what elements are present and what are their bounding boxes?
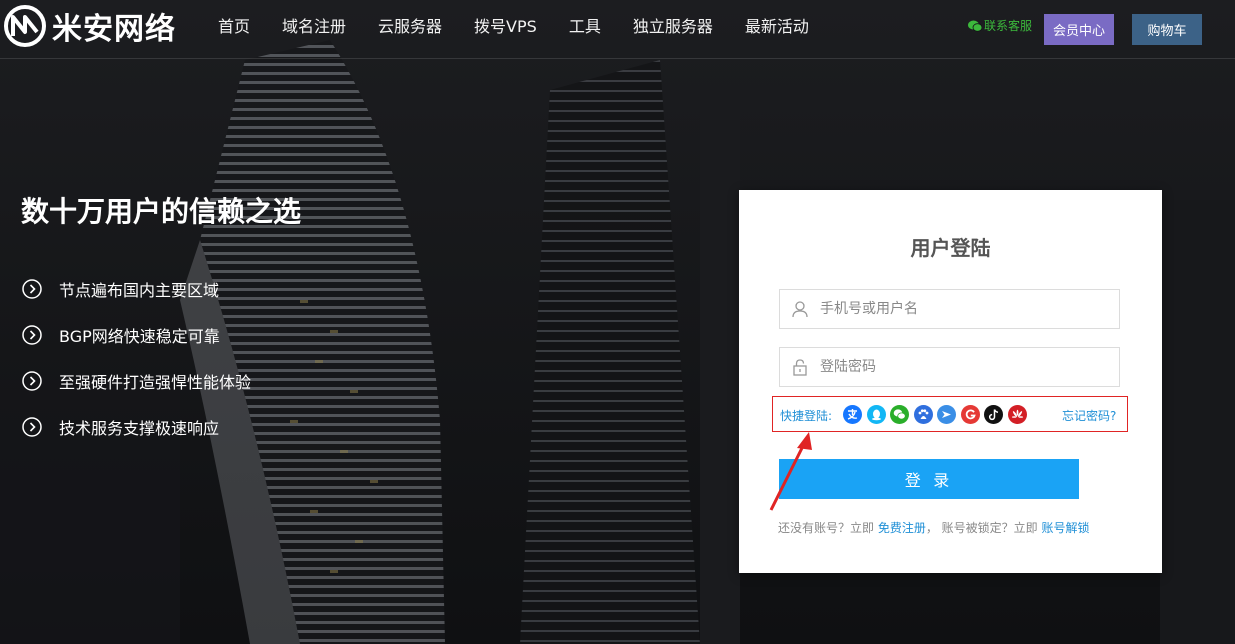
login-card: 用户登陆 快捷登陆: xyxy=(739,190,1162,573)
google-icon[interactable] xyxy=(960,405,980,424)
username-field[interactable] xyxy=(779,289,1120,329)
nav-cloud-server[interactable]: 云服务器 xyxy=(362,13,458,37)
nav-tools[interactable]: 工具 xyxy=(553,13,617,37)
hero-title: 数十万用户的信赖之选 xyxy=(21,195,302,228)
nav-home[interactable]: 首页 xyxy=(202,13,266,37)
login-title: 用户登陆 xyxy=(910,236,991,260)
wechat-icon xyxy=(968,20,982,32)
forgot-password-link[interactable]: 忘记密码? xyxy=(1062,407,1116,424)
password-field[interactable] xyxy=(779,347,1120,387)
account-help-line: 还没有账号？立即 免费注册， 账号被锁定？立即 账号解锁 xyxy=(778,519,1090,536)
social-login-icons xyxy=(843,405,1031,424)
nav-latest-activity[interactable]: 最新活动 xyxy=(729,13,825,37)
qq-icon[interactable] xyxy=(866,405,886,424)
baidu-icon[interactable] xyxy=(913,405,933,424)
no-account-text: 还没有账号？立即 xyxy=(778,521,875,535)
feature-label: BGP网络快速稳定可靠 xyxy=(59,327,220,346)
feature-item: 技术服务支撑极速响应 xyxy=(22,404,251,450)
huawei-icon[interactable] xyxy=(1007,405,1027,424)
login-submit-button[interactable]: 登 录 xyxy=(779,459,1079,499)
feature-list: 节点遍布国内主要区域 BGP网络快速稳定可靠 至强硬件打造强悍性能体验 技术服务… xyxy=(22,266,251,450)
wechat-icon[interactable] xyxy=(890,405,909,424)
feishu-icon[interactable] xyxy=(937,405,956,424)
main-nav: 首页 域名注册 云服务器 拨号VPS 工具 独立服务器 最新活动 xyxy=(202,0,825,50)
cart-button[interactable]: 购物车 xyxy=(1132,14,1202,45)
lock-icon xyxy=(793,359,807,376)
contact-support-link[interactable]: 联系客服 xyxy=(968,17,1032,34)
chevron-circle-icon xyxy=(22,417,42,437)
register-link[interactable]: 免费注册 xyxy=(878,521,926,535)
feature-item: 节点遍布国内主要区域 xyxy=(22,266,251,312)
tiktok-icon[interactable] xyxy=(984,405,1003,424)
nav-domain-register[interactable]: 域名注册 xyxy=(266,13,362,37)
feature-item: 至强硬件打造强悍性能体验 xyxy=(22,358,251,404)
account-locked-text: ， 账号被锁定？立即 xyxy=(925,521,1038,535)
nav-dedicated-server[interactable]: 独立服务器 xyxy=(617,13,729,37)
chevron-circle-icon xyxy=(22,371,42,391)
quick-login-box: 快捷登陆: 忘记密码? xyxy=(772,396,1128,432)
feature-label: 技术服务支撑极速响应 xyxy=(59,419,220,438)
feature-label: 节点遍布国内主要区域 xyxy=(59,281,220,300)
chevron-circle-icon xyxy=(22,325,42,345)
password-input[interactable] xyxy=(818,358,1112,376)
username-input[interactable] xyxy=(818,300,1112,318)
member-center-button[interactable]: 会员中心 xyxy=(1044,14,1114,45)
nav-dialup-vps[interactable]: 拨号VPS xyxy=(458,13,553,37)
chevron-circle-icon xyxy=(22,279,42,299)
feature-item: BGP网络快速稳定可靠 xyxy=(22,312,251,358)
contact-support-label: 联系客服 xyxy=(984,19,1033,33)
feature-label: 至强硬件打造强悍性能体验 xyxy=(59,373,252,392)
logo-mark-icon xyxy=(4,5,46,47)
logo[interactable]: 米安网络 xyxy=(2,4,184,48)
header: 米安网络 首页 域名注册 云服务器 拨号VPS 工具 独立服务器 最新活动 联系… xyxy=(0,0,1235,59)
user-icon xyxy=(792,301,808,318)
logo-text: 米安网络 xyxy=(52,12,176,47)
quick-login-label: 快捷登陆: xyxy=(780,409,833,423)
alipay-icon[interactable] xyxy=(843,405,862,424)
unlock-account-link[interactable]: 账号解锁 xyxy=(1042,521,1090,535)
